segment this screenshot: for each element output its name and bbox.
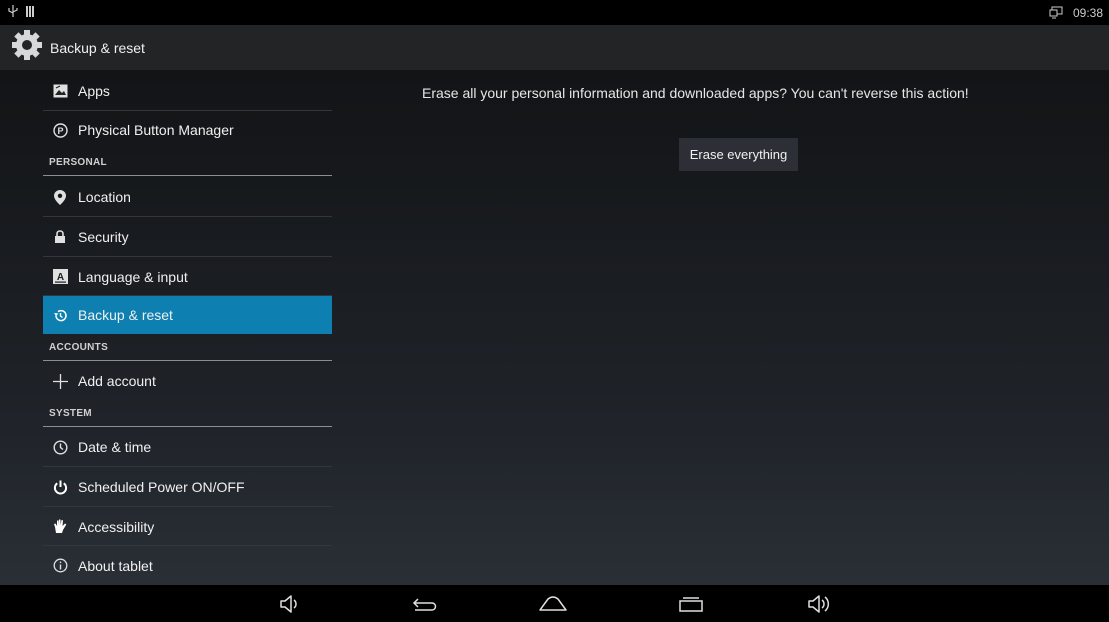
back-icon[interactable] — [400, 585, 450, 622]
lock-icon — [52, 229, 68, 245]
volume-up-icon[interactable] — [800, 585, 840, 622]
svg-text:A: A — [56, 272, 63, 283]
home-icon[interactable] — [528, 585, 578, 622]
section-header-personal: PERSONAL — [43, 149, 332, 176]
sidebar-item-scheduled-power[interactable]: Scheduled Power ON/OFF — [43, 467, 332, 507]
status-right: 09:38 — [1049, 6, 1103, 20]
sidebar-item-add-account[interactable]: Add account — [43, 361, 332, 401]
plus-icon — [52, 373, 68, 389]
status-time: 09:38 — [1072, 5, 1103, 20]
sidebar-item-language-input[interactable]: A Language & input — [43, 257, 332, 296]
info-icon — [52, 558, 68, 574]
sidebar-item-label: Scheduled Power ON/OFF — [78, 479, 245, 495]
erase-everything-button[interactable]: Erase everything — [679, 138, 798, 171]
clock-icon — [52, 439, 68, 455]
sidebar-item-accessibility[interactable]: Accessibility — [43, 507, 332, 546]
location-pin-icon — [52, 189, 68, 205]
sidebar-item-label: Language & input — [78, 268, 188, 285]
sidebar-item-location[interactable]: Location — [43, 177, 332, 217]
sidebar-item-label: Accessibility — [78, 518, 155, 535]
status-left — [8, 5, 34, 20]
navigation-bar — [0, 585, 1109, 622]
sidebar-item-label: Backup & reset — [78, 307, 173, 323]
p-circle-icon: P — [52, 122, 68, 138]
sidebar-item-label: Physical Button Manager — [78, 122, 234, 138]
content-area: Apps P Physical Button Manager PERSONAL … — [0, 70, 1109, 585]
action-bar: Backup & reset — [0, 25, 1109, 70]
sidebar-item-label: Add account — [78, 373, 156, 389]
page-title: Backup & reset — [50, 39, 145, 56]
keyboard-a-icon: A — [52, 269, 68, 285]
section-header-accounts: ACCOUNTS — [43, 334, 332, 361]
sidebar-item-label: Apps — [78, 82, 110, 99]
sidebar-item-label: Date & time — [78, 439, 152, 455]
gear-icon[interactable] — [10, 28, 44, 67]
image-icon — [52, 83, 68, 99]
restore-icon — [52, 307, 68, 323]
sidebar-item-label: Security — [78, 229, 129, 245]
power-icon — [52, 479, 68, 495]
sidebar-item-label: Location — [78, 189, 131, 205]
status-bar: 09:38 — [0, 0, 1109, 25]
sidebar-item-security[interactable]: Security — [43, 217, 332, 257]
hand-icon — [52, 519, 68, 535]
section-header-system: SYSTEM — [43, 401, 332, 427]
sidebar-item-about-tablet[interactable]: About tablet — [43, 546, 332, 585]
svg-text:P: P — [57, 126, 63, 136]
erase-warning-message: Erase all your personal information and … — [422, 85, 969, 101]
volume-down-icon[interactable] — [270, 585, 310, 622]
sidebar-item-apps[interactable]: Apps — [43, 70, 332, 111]
sidebar-item-label: About tablet — [78, 557, 153, 574]
usb-icon — [8, 5, 18, 20]
sidebar-item-physical-button-manager[interactable]: P Physical Button Manager — [43, 111, 332, 149]
signal-icon — [26, 5, 34, 20]
sidebar-item-date-time[interactable]: Date & time — [43, 427, 332, 467]
sidebar-item-backup-reset[interactable]: Backup & reset — [43, 296, 332, 334]
screen-icon — [1049, 6, 1063, 19]
settings-sidebar: Apps P Physical Button Manager PERSONAL … — [43, 70, 333, 585]
recents-icon[interactable] — [666, 585, 716, 622]
